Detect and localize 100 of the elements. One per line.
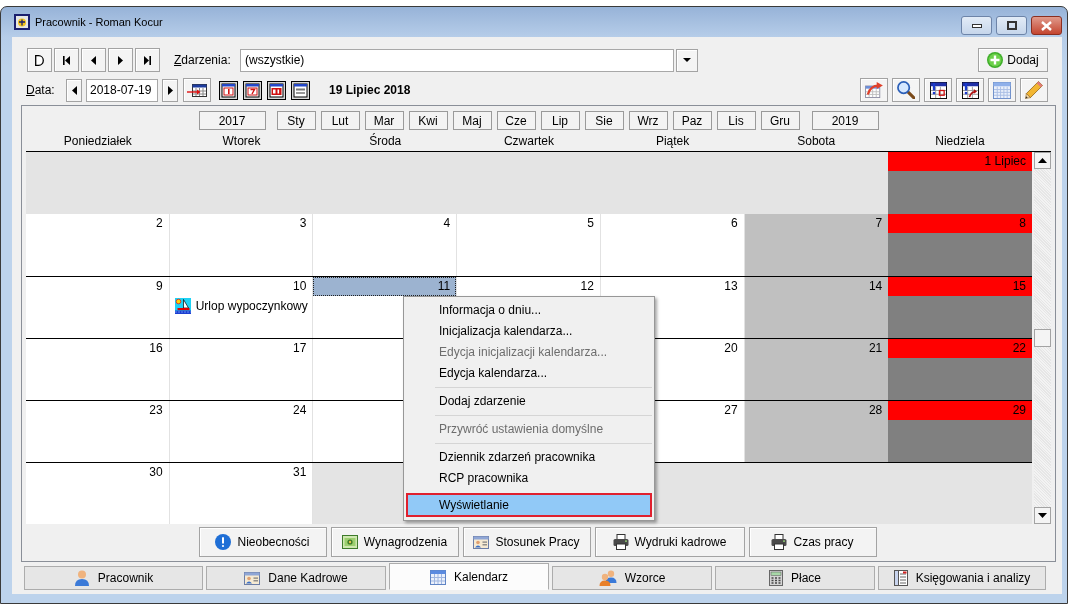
day-cell[interactable]: 21 (744, 339, 889, 400)
month-button[interactable]: Maj (452, 111, 492, 130)
event-title[interactable]: Urlop wypoczynkowy (195, 299, 308, 313)
triangle-left-icon (91, 55, 96, 65)
tab[interactable]: Pracownik (24, 566, 203, 590)
weekday-header: Wtorek (222, 133, 261, 148)
close-button[interactable] (1031, 16, 1062, 35)
caret-icon (683, 58, 691, 62)
day-number: 16 (148, 340, 164, 357)
day-cell[interactable]: 17 (169, 339, 314, 400)
day-cell[interactable]: 4 (313, 214, 458, 276)
id-card-icon (473, 534, 490, 550)
day-number: 29 (888, 401, 1032, 420)
search-icon (897, 81, 915, 99)
day-number: 17 (292, 340, 308, 357)
month-button[interactable]: Sty (276, 111, 316, 130)
scroll-down-button[interactable] (1034, 507, 1051, 524)
action-button[interactable]: Nieobecności (198, 527, 327, 557)
weekday-header: Czwartek (503, 133, 554, 148)
day-number: 12 (579, 278, 595, 295)
scroll-up-button[interactable] (1034, 152, 1051, 169)
day-cell[interactable]: 3 (169, 214, 314, 276)
day-cell[interactable]: 15 (888, 277, 1032, 338)
day-number: 10 (292, 278, 308, 295)
event-filter-field[interactable]: (wszystkie) (240, 48, 674, 72)
day-cell[interactable]: 22 (888, 339, 1032, 400)
calendar-list-icon[interactable] (291, 80, 310, 100)
month-button[interactable]: Kwi (408, 111, 448, 130)
ledger-icon (893, 570, 908, 586)
toolbar-button[interactable] (924, 78, 952, 102)
window-title: Pracownik - Roman Kocur (35, 16, 163, 28)
month-button[interactable]: Cze (496, 111, 536, 130)
maximize-button[interactable] (996, 16, 1027, 35)
day-cell[interactable]: 6 (600, 214, 745, 276)
tab[interactable]: Dane Kadrowe (206, 566, 386, 590)
day-cell[interactable]: 2 (26, 214, 170, 276)
first-record-button[interactable] (54, 48, 79, 72)
day-cell[interactable]: 30 (26, 463, 170, 524)
previous-day-button[interactable] (66, 78, 82, 102)
day-cell[interactable]: 8 (888, 214, 1032, 276)
month-button[interactable]: Lut (320, 111, 360, 130)
month-button[interactable]: Sie (584, 111, 624, 130)
calendar-page-icon[interactable] (219, 80, 238, 100)
tab[interactable]: Kalendarz (389, 563, 549, 590)
id-card-icon (244, 570, 261, 586)
close-icon (1041, 20, 1052, 31)
tab[interactable]: Wzorce (552, 566, 712, 590)
weekday-header: Środa (369, 133, 402, 148)
month-button[interactable]: Lip (540, 111, 580, 130)
scroll-thumb[interactable] (1034, 329, 1051, 347)
action-button[interactable]: Stosunek Pracy (462, 527, 591, 557)
new-record-button[interactable] (27, 48, 52, 72)
calendar-page-icon[interactable] (243, 80, 262, 100)
day-cell[interactable]: 1 Lipiec (888, 152, 1032, 214)
dropdown-button[interactable] (676, 48, 698, 72)
tab[interactable]: Płace (715, 566, 875, 590)
day-cell[interactable]: 10 Urlop wypoczynkowy (169, 277, 314, 338)
day-cell[interactable]: 16 (26, 339, 170, 400)
day-number: 6 (729, 215, 739, 232)
add-button[interactable]: Dodaj (978, 48, 1048, 72)
month-button[interactable]: Paz (672, 111, 712, 130)
calendar-button[interactable] (183, 78, 211, 102)
menu-item[interactable]: Wyświetlanie (406, 493, 652, 517)
day-cell[interactable]: 5 (457, 214, 601, 276)
search-button[interactable] (892, 78, 920, 102)
menu-item[interactable]: RCP pracownika (406, 468, 652, 489)
day-cell[interactable]: 24 (169, 401, 314, 462)
next-day-button[interactable] (162, 78, 178, 102)
previous-record-button[interactable] (81, 48, 106, 72)
day-cell[interactable]: 23 (26, 401, 170, 462)
day-cell[interactable]: 14 (744, 277, 889, 338)
day-number: 13 (723, 278, 739, 295)
day-cell[interactable]: 7 (744, 214, 889, 276)
app-icon (14, 14, 30, 30)
day-cell[interactable]: 31 (169, 463, 314, 524)
month-button[interactable]: Wrz (628, 111, 668, 130)
day-cell[interactable]: 28 (744, 401, 889, 462)
year-button[interactable]: 2019 (811, 111, 879, 130)
action-button[interactable]: Czas pracy (748, 527, 877, 557)
field-label: Zdarzenia: (174, 53, 232, 67)
scrollbar[interactable] (1034, 152, 1051, 524)
calendar-page-icon[interactable] (267, 80, 286, 100)
minimize-button[interactable] (961, 16, 992, 35)
next-record-button[interactable] (108, 48, 133, 72)
year-button[interactable]: 2017 (198, 111, 266, 130)
day-cell[interactable]: 9 (26, 277, 170, 338)
action-button[interactable]: Wydruki kadrowe (594, 527, 745, 557)
toolbar-button[interactable] (956, 78, 984, 102)
action-button[interactable]: Wynagrodzenia (330, 527, 459, 557)
tab[interactable]: Księgowania i analizy (878, 566, 1046, 590)
edit-button[interactable] (1020, 78, 1048, 102)
date-field[interactable]: 2018-07-19 (86, 78, 158, 102)
triangle-down-icon (1038, 513, 1047, 518)
last-record-button[interactable] (135, 48, 160, 72)
plus-icon (987, 52, 1004, 68)
month-button[interactable]: Gru (760, 111, 800, 130)
calculator-icon (769, 570, 783, 586)
month-button[interactable]: Mar (364, 111, 404, 130)
month-button[interactable]: Lis (716, 111, 756, 130)
day-cell[interactable]: 29 (888, 401, 1032, 462)
